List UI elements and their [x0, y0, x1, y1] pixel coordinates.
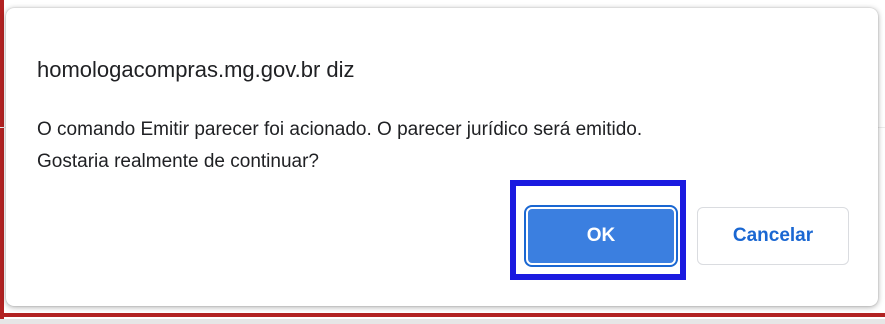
background-strip [0, 319, 885, 324]
dialog-message-line: Gostaria realmente de continuar? [37, 151, 319, 172]
dialog-title: homologacompras.mg.gov.br diz [37, 57, 355, 82]
dialog-message-line: O comando Emitir parecer foi acionado. O… [37, 119, 643, 140]
dialog-message: O comando Emitir parecer foi acionado. O… [37, 114, 867, 178]
page: homologacompras.mg.gov.br diz O comando … [0, 0, 885, 324]
background-page-edge [0, 0, 4, 324]
ok-button[interactable]: OK [526, 207, 676, 265]
cancel-button[interactable]: Cancelar [697, 207, 849, 265]
background-accent-line [0, 313, 885, 317]
